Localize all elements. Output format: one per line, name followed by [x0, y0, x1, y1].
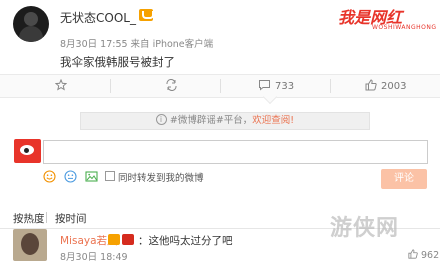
rumor-notice-bar: #微博辟谣#平台，欢迎查阅!	[80, 112, 370, 130]
submit-comment-button[interactable]: 评论	[381, 169, 427, 189]
comment-like-button[interactable]: 962	[408, 249, 439, 261]
post-meta: 8月30日 17:55 来自 iPhone客户端	[60, 39, 214, 50]
like-button[interactable]: 2003	[365, 79, 406, 92]
notice-link[interactable]: 欢迎查阅!	[252, 115, 294, 126]
image-icon[interactable]	[85, 170, 98, 183]
thumbs-up-icon	[365, 79, 377, 91]
thumbs-up-icon	[408, 249, 418, 259]
repost-checkbox-label: 同时转发到我的微博	[118, 173, 204, 184]
watermark-subtext: WOSHIWANGHONG	[372, 24, 437, 31]
favorite-button[interactable]	[54, 78, 71, 92]
post-action-bar: 733 2003	[0, 74, 440, 98]
comment-time: 8月30日 18:49	[60, 252, 128, 261]
emoji-icon[interactable]	[43, 170, 56, 183]
action-separator	[220, 79, 221, 93]
comment-like-count: 962	[421, 250, 440, 261]
notice-text: #微博辟谣#平台，	[169, 115, 253, 126]
action-separator	[110, 79, 111, 93]
info-icon	[155, 112, 167, 128]
tab-sort-hot[interactable]: 按热度	[13, 211, 45, 226]
like-count: 2003	[381, 81, 407, 92]
post-author-avatar[interactable]	[13, 6, 49, 42]
comment-text: ：这他吗太过分了吧	[138, 235, 233, 247]
comment-input[interactable]	[43, 140, 428, 164]
sort-divider	[46, 212, 47, 223]
gif-icon[interactable]	[64, 170, 77, 183]
site-watermark: 游侠网	[330, 216, 400, 241]
comment-count: 733	[275, 81, 295, 92]
repost-checkbox[interactable]	[105, 171, 115, 181]
star-icon	[54, 78, 68, 91]
vip-crown-icon	[108, 234, 120, 245]
tab-sort-time[interactable]: 按时间	[55, 211, 87, 226]
action-separator	[330, 79, 331, 93]
repost-icon	[166, 79, 177, 91]
post-content: 我伞家俄韩服号被封了	[60, 55, 175, 69]
commenter-avatar[interactable]	[13, 229, 47, 261]
china-flag-icon	[122, 234, 134, 245]
sina-weibo-logo-icon	[14, 139, 41, 163]
vip-crown-icon	[139, 9, 154, 21]
comment-button[interactable]: 733	[258, 79, 294, 92]
repost-button[interactable]	[165, 79, 182, 92]
post-author-name[interactable]: 无状态COOL_	[60, 9, 136, 26]
